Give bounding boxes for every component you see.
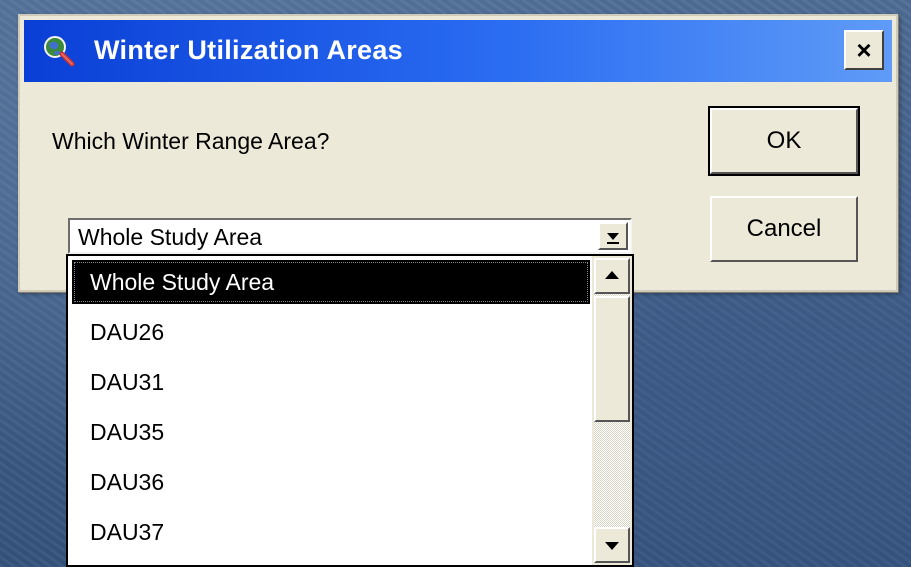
scrollbar-thumb[interactable] [594, 296, 630, 422]
prompt-label: Which Winter Range Area? [52, 128, 330, 154]
close-icon: × [856, 34, 872, 65]
title-bar[interactable]: Winter Utilization Areas × [24, 20, 892, 82]
list-item-dau37[interactable]: DAU37 [72, 510, 590, 554]
area-dropdown-list[interactable]: Whole Study Area DAU26 DAU31 DAU35 DAU36… [66, 254, 634, 567]
ok-button-label: OK [766, 127, 802, 154]
chevron-down-icon [607, 233, 619, 244]
scroll-down-button[interactable] [594, 527, 630, 563]
area-select-arrow-button[interactable] [598, 222, 628, 250]
winter-utilization-dialog: Winter Utilization Areas × Which Winter … [18, 14, 898, 292]
list-item-dau26[interactable]: DAU26 [72, 310, 590, 354]
list-item-dau31[interactable]: DAU31 [72, 360, 590, 404]
cancel-button-label: Cancel [746, 215, 822, 242]
chevron-down-icon [605, 542, 619, 550]
close-button[interactable]: × [844, 30, 884, 70]
list-item-dau36[interactable]: DAU36 [72, 460, 590, 504]
magnifier-globe-icon [42, 34, 76, 68]
vertical-scrollbar[interactable] [592, 256, 632, 565]
list-item-dau35[interactable]: DAU35 [72, 410, 590, 454]
dialog-title: Winter Utilization Areas [94, 35, 403, 65]
area-select[interactable]: Whole Study Area [68, 218, 632, 254]
area-select-value: Whole Study Area [78, 224, 263, 250]
chevron-up-icon [605, 271, 619, 279]
dropdown-options: Whole Study Area DAU26 DAU31 DAU35 DAU36… [68, 256, 594, 565]
list-item-whole-study-area[interactable]: Whole Study Area [72, 260, 590, 304]
cancel-button[interactable]: Cancel [710, 196, 858, 262]
scroll-up-button[interactable] [594, 258, 630, 294]
ok-button[interactable]: OK [708, 106, 860, 176]
